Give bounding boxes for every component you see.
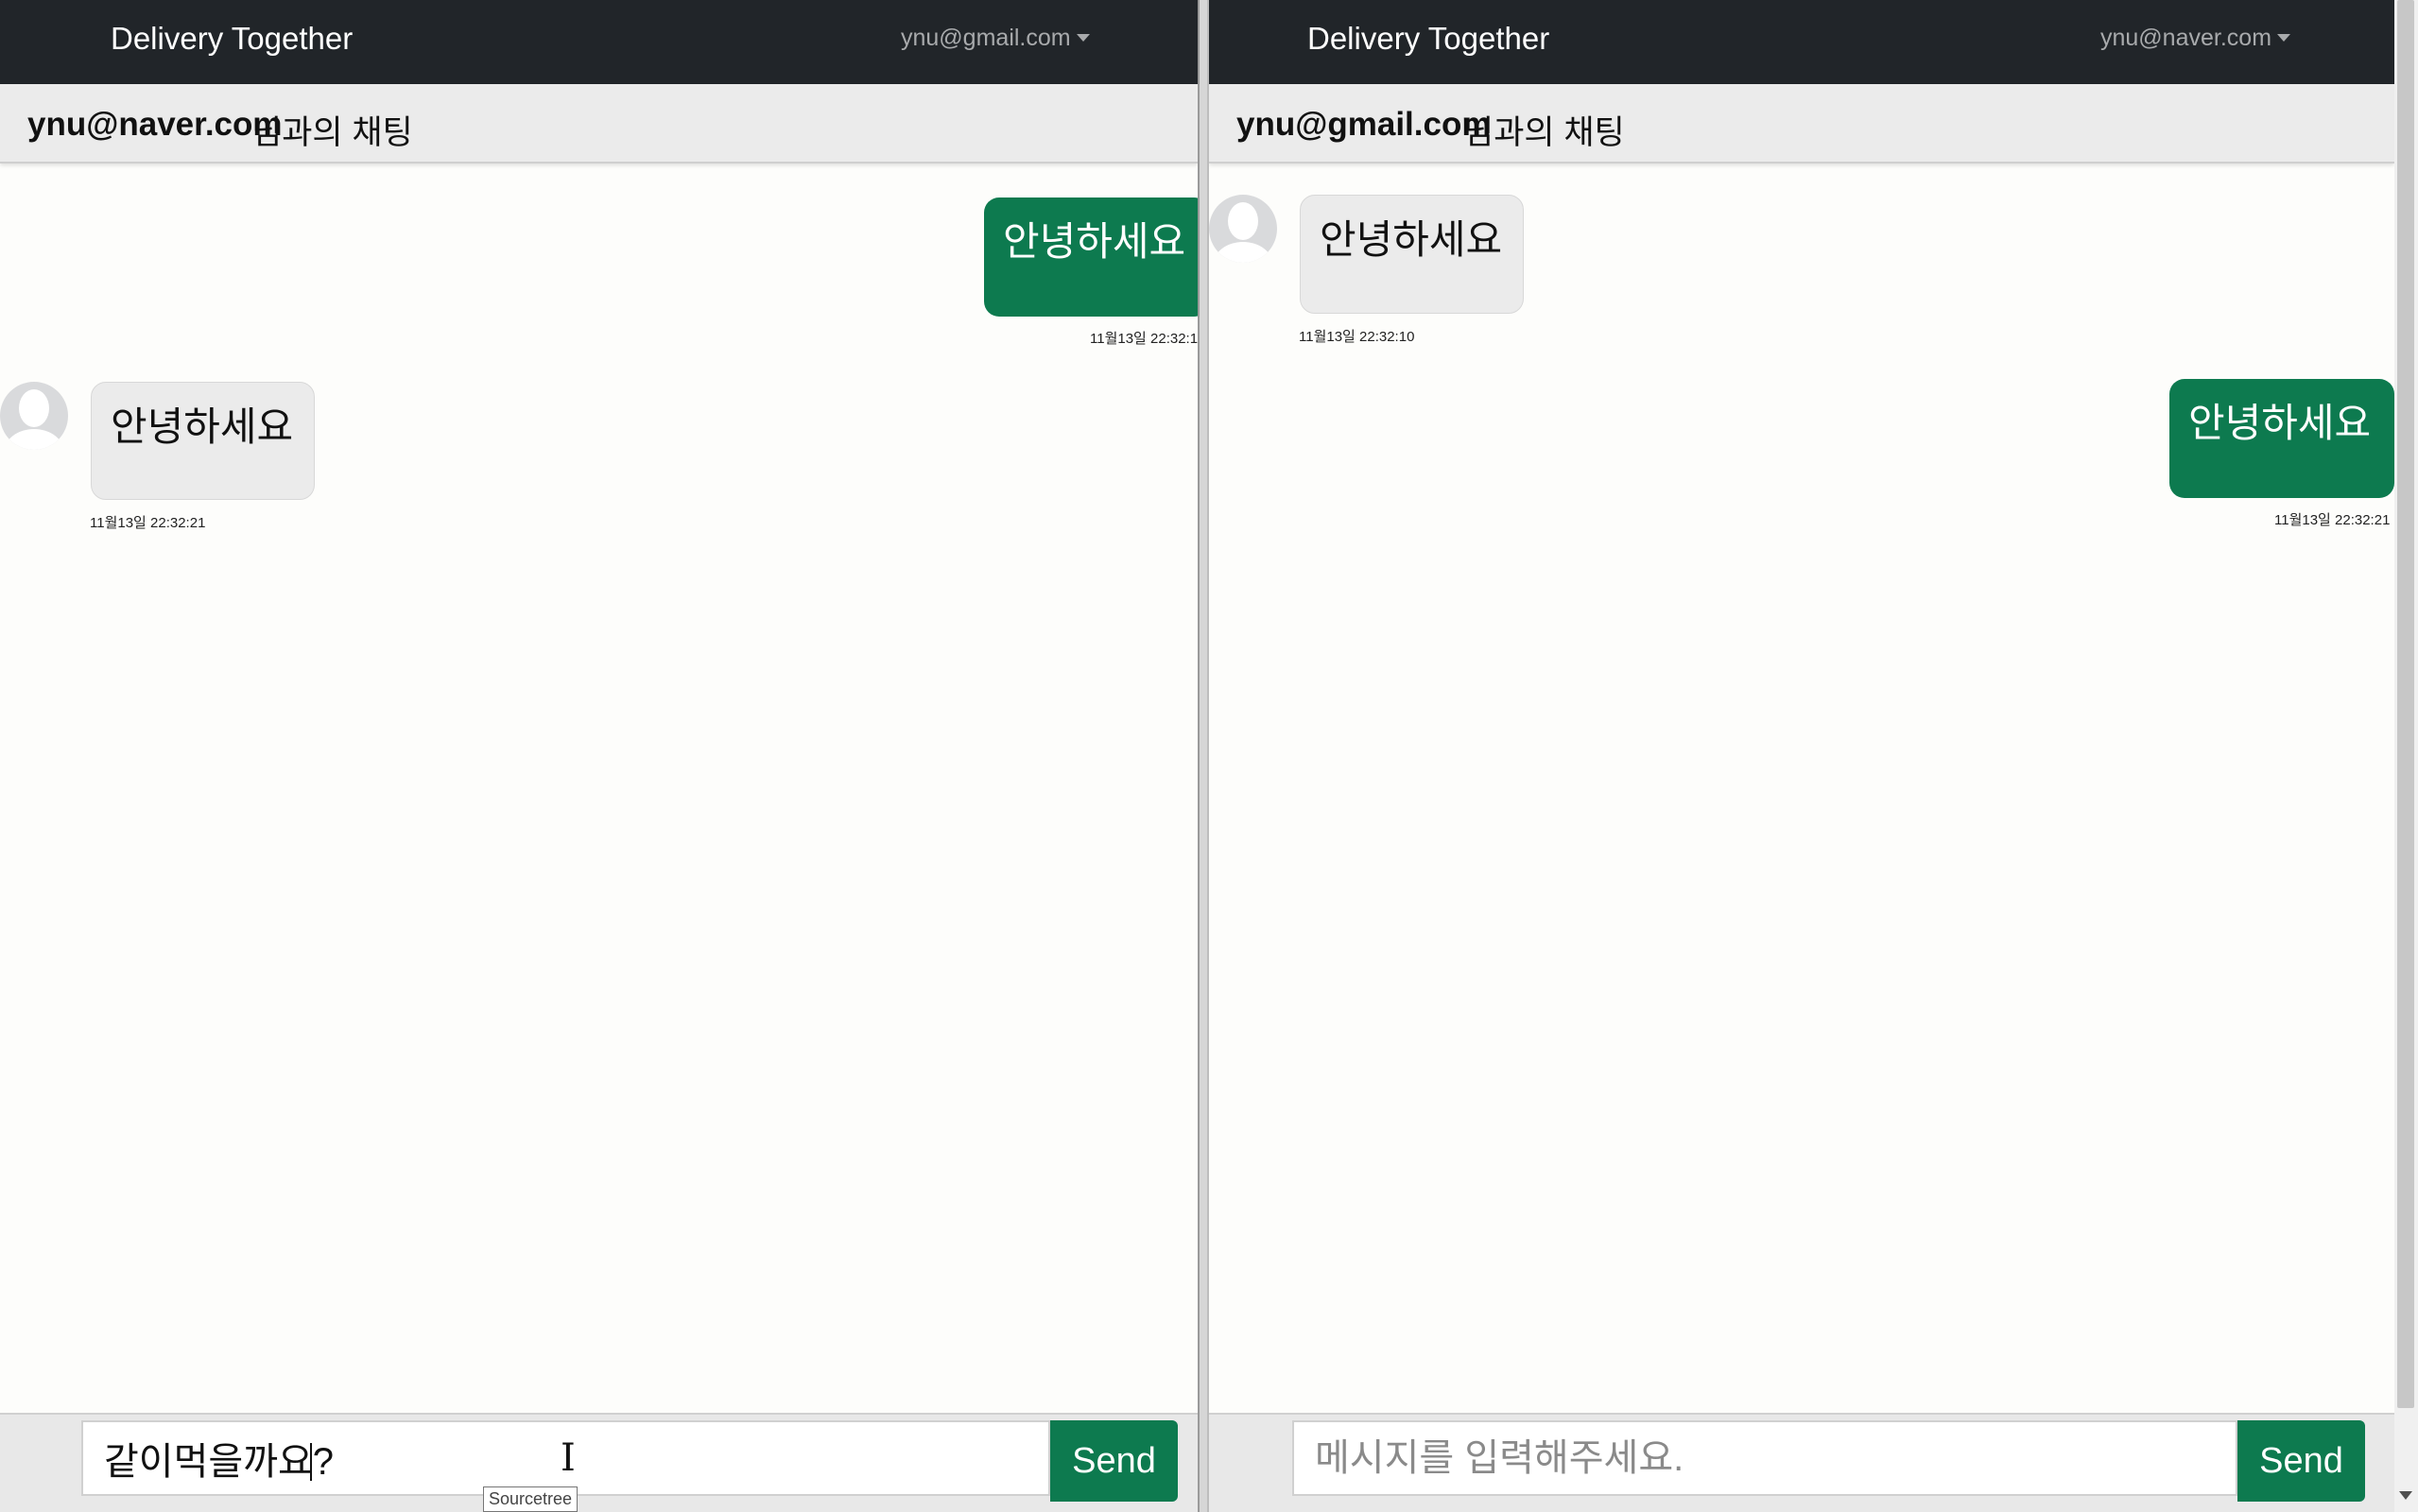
user-menu-dropdown[interactable]: ynu@naver.com — [2100, 25, 2291, 52]
message-input[interactable] — [1292, 1420, 2237, 1496]
message-timestamp: 11월13일 22:32:10 — [1090, 331, 1198, 347]
message-bubble-sent: 안녕하세요 — [984, 198, 1198, 317]
text-cursor-icon: I — [561, 1436, 576, 1480]
scroll-down-arrow-icon[interactable] — [2399, 1491, 2412, 1500]
navbar: Delivery Together ynu@gmail.com — [0, 0, 1198, 84]
user-menu-label: ynu@naver.com — [2100, 25, 2272, 51]
window-divider[interactable] — [1198, 0, 1209, 1512]
message-bubble-received: 안녕하세요 — [1300, 195, 1524, 314]
navbar: Delivery Together ynu@naver.com — [1209, 0, 2394, 84]
message-bubble-sent: 안녕하세요 — [2169, 379, 2394, 498]
chat-header: ynu@naver.com 님과의 채팅 — [0, 84, 1198, 163]
right-chat-window: Delivery Together ynu@naver.com ynu@gmai… — [1209, 0, 2394, 1512]
left-chat-window: Delivery Together ynu@gmail.com ynu@nave… — [0, 0, 1198, 1512]
caret-down-icon — [2277, 34, 2291, 42]
default-avatar-icon — [0, 382, 68, 450]
default-avatar-icon — [1209, 195, 1277, 263]
scrollbar-thumb[interactable] — [2397, 0, 2414, 1408]
send-button[interactable]: Send — [2237, 1420, 2365, 1502]
caret-down-icon — [1076, 34, 1090, 42]
text-caret — [310, 1443, 312, 1481]
user-menu-label: ynu@gmail.com — [901, 25, 1071, 51]
chat-title-suffix: 님과의 채팅 — [1463, 114, 1625, 151]
taskbar-tooltip: Sourcetree — [483, 1486, 579, 1512]
chat-header: ynu@gmail.com 님과의 채팅 — [1209, 84, 2394, 163]
chat-partner-name: ynu@naver.com — [27, 106, 283, 143]
message-input-bar: Send — [0, 1413, 1198, 1512]
message-timestamp: 11월13일 22:32:10 — [1299, 329, 1415, 345]
brand-logo[interactable]: Delivery Together — [111, 21, 353, 57]
message-bubble-received: 안녕하세요 — [91, 382, 315, 500]
send-button[interactable]: Send — [1050, 1420, 1178, 1502]
message-timestamp: 11월13일 22:32:21 — [90, 515, 206, 531]
user-menu-dropdown[interactable]: ynu@gmail.com — [901, 25, 1090, 52]
message-input-bar: Send — [1209, 1413, 2394, 1512]
chat-partner-name: ynu@gmail.com — [1236, 106, 1492, 143]
message-timestamp: 11월13일 22:32:21 — [2274, 512, 2391, 528]
chat-title-suffix: 님과의 채팅 — [251, 114, 413, 151]
brand-logo[interactable]: Delivery Together — [1307, 21, 1549, 57]
